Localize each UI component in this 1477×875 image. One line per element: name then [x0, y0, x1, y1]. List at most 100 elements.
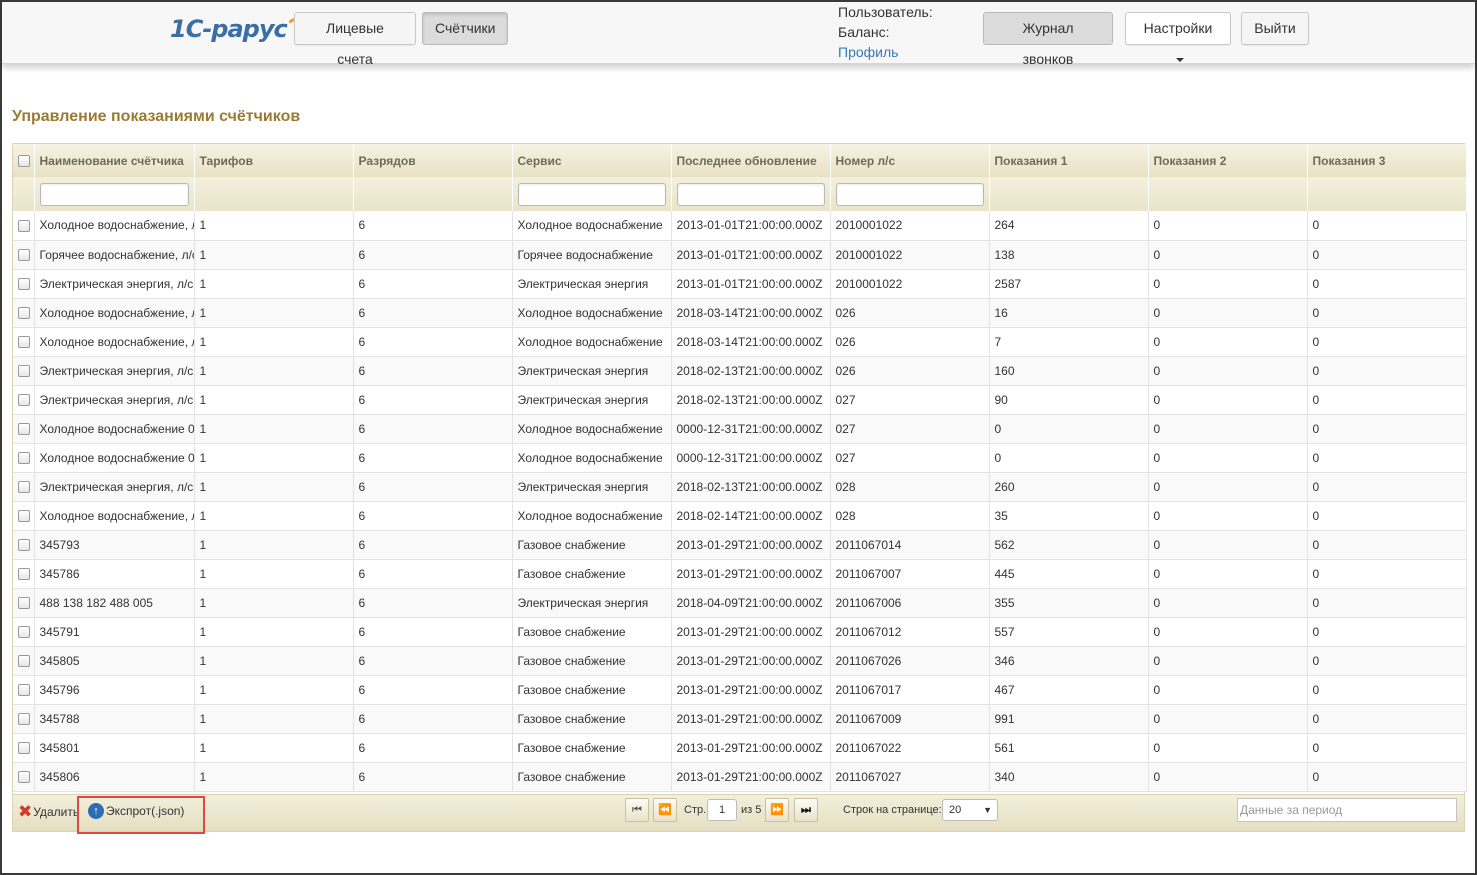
table-row[interactable]: Горячее водоснабжение, л/с 1 6 Горячее водо… — [13, 240, 1467, 270]
profile-link[interactable]: Профиль — [838, 44, 898, 60]
table-cell: 1 — [194, 443, 354, 473]
row-checkbox[interactable] — [18, 220, 30, 233]
row-checkbox[interactable] — [18, 771, 30, 784]
nav-meters-button[interactable]: Счётчики — [422, 12, 508, 45]
rows-per-page-label: Строк на странице: — [843, 804, 942, 816]
table-cell: 557 — [989, 617, 1149, 647]
table-cell: 027 — [830, 385, 990, 415]
row-checkbox[interactable] — [18, 539, 30, 552]
table-row[interactable]: Холодное водоснабжение, л/с 1 6 Холодное во… — [13, 211, 1467, 241]
column-header-tariffs[interactable]: Тарифов — [194, 144, 354, 177]
column-header-service[interactable]: Сервис — [512, 144, 672, 177]
settings-dropdown-button[interactable]: Настройки — [1125, 12, 1231, 63]
filter-name-input[interactable] — [39, 182, 189, 206]
row-checkbox[interactable] — [18, 307, 30, 320]
table-row[interactable]: 345796 1 6 Газовое снабжение 2013-01-29T21:0… — [13, 675, 1467, 705]
table-row[interactable]: 488 138 182 488 005 1 6 Электрическая энерг… — [13, 588, 1467, 618]
table-row[interactable]: 345786 1 6 Газовое снабжение 2013-01-29T21:0… — [13, 559, 1467, 589]
table-cell: 2011067006 — [830, 588, 990, 618]
column-header-reading-3[interactable]: Показания 3 — [1307, 144, 1467, 177]
user-info: Пользователь: Баланс: Профиль — [838, 2, 933, 62]
filter-account-number-input[interactable] — [835, 182, 984, 206]
rows-per-page-select[interactable]: 20 ▼ — [942, 799, 998, 821]
select-all-checkbox[interactable] — [18, 155, 30, 168]
nav-accounts-button[interactable]: Лицевые счета — [294, 12, 416, 67]
column-header-name[interactable]: Наименование счётчика — [34, 144, 195, 177]
row-checkbox[interactable] — [18, 394, 30, 407]
table-cell: 6 — [353, 646, 513, 676]
table-cell: 6 — [353, 240, 513, 270]
row-checkbox[interactable] — [18, 423, 30, 436]
table-cell: 340 — [989, 762, 1149, 792]
row-checkbox[interactable] — [18, 510, 30, 523]
column-header-reading-1[interactable]: Показания 1 — [989, 144, 1149, 177]
table-row[interactable]: Холодное водоснабжение 0 1 6 Холодное водос… — [13, 414, 1467, 444]
table-cell: 0 — [1148, 530, 1308, 560]
row-checkbox[interactable] — [18, 481, 30, 494]
table-row[interactable]: 345801 1 6 Газовое снабжение 2013-01-29T21:0… — [13, 733, 1467, 763]
table-cell: 6 — [353, 675, 513, 705]
table-cell: Газовое снабжение — [512, 559, 672, 589]
next-page-button[interactable]: ⏩ — [765, 798, 789, 822]
table-row[interactable]: Электрическая энергия, л/с 1 6 Электрическа… — [13, 269, 1467, 299]
row-checkbox[interactable] — [18, 568, 30, 581]
table-cell: 2011067027 — [830, 762, 990, 792]
column-header-reading-2[interactable]: Показания 2 — [1148, 144, 1308, 177]
table-row[interactable]: Холодное водоснабжение, л/с 1 6 Холодное во… — [13, 327, 1467, 357]
table-cell: Электрическая энергия — [512, 472, 672, 502]
table-cell: 1 — [194, 704, 354, 734]
page-number-input[interactable]: 1 — [707, 799, 737, 821]
column-header-digits[interactable]: Разрядов — [353, 144, 513, 177]
call-log-button[interactable]: Журнал звонков — [983, 12, 1113, 67]
meters-grid: Наименование счётчика Тарифов Разрядов С… — [12, 143, 1467, 832]
table-cell: 0 — [1148, 617, 1308, 647]
first-page-button[interactable]: ⏮ — [625, 798, 649, 822]
row-checkbox[interactable] — [18, 626, 30, 639]
table-cell: 562 — [989, 530, 1149, 560]
table-cell: 6 — [353, 704, 513, 734]
row-checkbox[interactable] — [18, 336, 30, 349]
row-checkbox[interactable] — [18, 249, 30, 262]
column-header-account-number[interactable]: Номер л/с — [830, 144, 990, 177]
row-checkbox[interactable] — [18, 278, 30, 291]
row-checkbox[interactable] — [18, 597, 30, 610]
table-cell: 0 — [989, 414, 1149, 444]
row-checkbox[interactable] — [18, 684, 30, 697]
table-cell: 026 — [830, 327, 990, 357]
filter-service-input[interactable] — [517, 182, 666, 206]
row-checkbox[interactable] — [18, 452, 30, 465]
prev-page-button[interactable]: ⏪ — [653, 798, 677, 822]
logo[interactable]: 1С-рарус — [170, 14, 304, 44]
table-row[interactable]: Электрическая энергия, л/с 1 6 Электрическа… — [13, 385, 1467, 415]
table-row[interactable]: Электрическая энергия, л/с 1 6 Электрическа… — [13, 472, 1467, 502]
filter-last-update-input[interactable] — [676, 182, 825, 206]
caret-down-icon — [1176, 58, 1184, 63]
table-row[interactable]: 345805 1 6 Газовое снабжение 2013-01-29T21:0… — [13, 646, 1467, 676]
table-cell: Холодное водоснабжение, л/с — [34, 298, 195, 328]
table-cell: 0 — [1148, 472, 1308, 502]
table-row[interactable]: Холодное водоснабжение, л/с 1 6 Холодное во… — [13, 298, 1467, 328]
table-row[interactable]: Электрическая энергия, л/с 1 6 Электрическа… — [13, 356, 1467, 386]
table-cell: 138 — [989, 240, 1149, 270]
logout-button[interactable]: Выйти — [1241, 12, 1309, 45]
column-header-last-update[interactable]: Последнее обновление — [671, 144, 831, 177]
row-checkbox[interactable] — [18, 713, 30, 726]
table-row[interactable]: 345788 1 6 Газовое снабжение 2013-01-29T21:0… — [13, 704, 1467, 734]
delete-button[interactable]: ✖ Удалить — [18, 803, 79, 820]
table-cell: 6 — [353, 617, 513, 647]
last-page-button[interactable]: ⏭ — [794, 798, 818, 822]
table-row[interactable]: 345791 1 6 Газовое снабжение 2013-01-29T21:0… — [13, 617, 1467, 647]
row-checkbox[interactable] — [18, 655, 30, 668]
table-row[interactable]: Холодное водоснабжение, л/с 1 6 Холодное во… — [13, 501, 1467, 531]
table-cell: 160 — [989, 356, 1149, 386]
table-cell: 0 — [1307, 414, 1467, 444]
period-filter-input[interactable]: Данные за период — [1237, 798, 1457, 822]
table-row[interactable]: 345793 1 6 Газовое снабжение 2013-01-29T21:0… — [13, 530, 1467, 560]
table-cell: 345793 — [34, 530, 195, 560]
row-checkbox[interactable] — [18, 365, 30, 378]
row-checkbox[interactable] — [18, 742, 30, 755]
table-row[interactable]: 345806 1 6 Газовое снабжение 2013-01-29T21:0… — [13, 762, 1467, 792]
table-row[interactable]: Холодное водоснабжение 0 1 6 Холодное водос… — [13, 443, 1467, 473]
table-cell: 6 — [353, 298, 513, 328]
table-cell: 6 — [353, 269, 513, 299]
